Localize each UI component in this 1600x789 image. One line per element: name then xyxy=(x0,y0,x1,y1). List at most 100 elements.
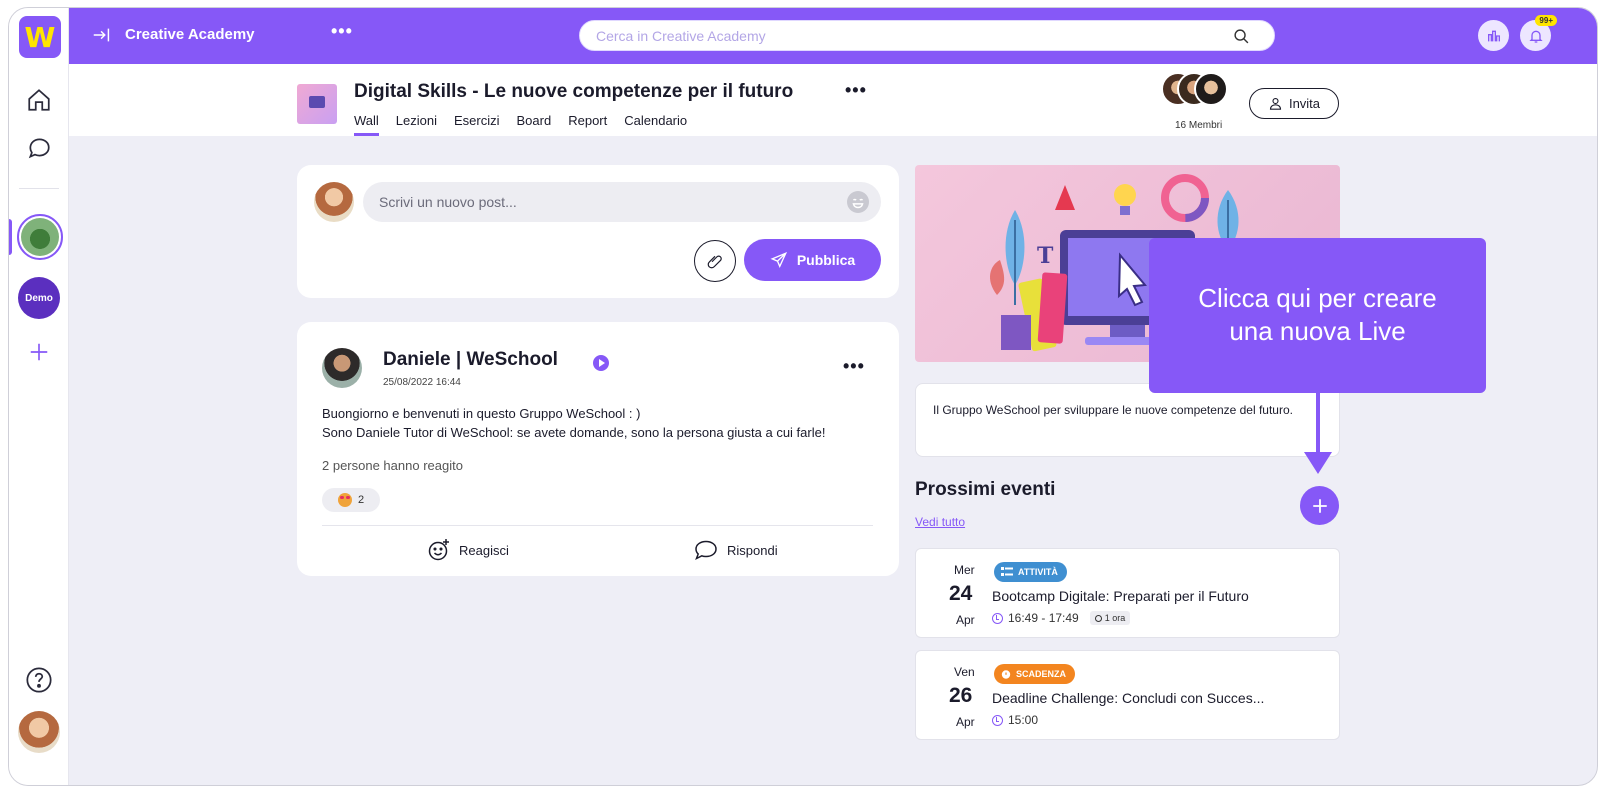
list-icon xyxy=(1001,567,1013,576)
chat-icon[interactable] xyxy=(23,132,55,164)
tab-esercizi[interactable]: Esercizi xyxy=(454,113,500,136)
heart-eyes-emoji-icon xyxy=(337,493,352,507)
reply-label: Rispondi xyxy=(727,542,778,558)
callout-line: Clicca qui per creare xyxy=(1198,283,1437,313)
add-group-icon[interactable] xyxy=(23,336,55,368)
event-time-row: 15:00 xyxy=(992,713,1038,727)
event-title: Deadline Challenge: Concludi con Succes.… xyxy=(992,690,1265,706)
wall-post: Daniele | WeSchool 25/08/2022 16:44 ••• … xyxy=(297,322,899,576)
paperclip-icon xyxy=(707,255,722,269)
tab-lezioni[interactable]: Lezioni xyxy=(396,113,437,136)
notification-badge: 99+ xyxy=(1535,15,1557,26)
callout-pointer-line xyxy=(1316,393,1320,456)
post-body-line: Sono Daniele Tutor di WeSchool: se avete… xyxy=(322,425,826,440)
search-icon[interactable] xyxy=(1233,28,1250,50)
reply-button[interactable]: Rispondi xyxy=(693,538,778,562)
group-more-icon[interactable]: ••• xyxy=(845,80,867,101)
post-body-line: Buongiorno e benvenuti in questo Gruppo … xyxy=(322,406,641,421)
see-all-link[interactable]: Vedi tutto xyxy=(915,515,965,529)
stopwatch-icon xyxy=(1001,670,1011,679)
post-author-avatar[interactable] xyxy=(322,348,362,388)
post-composer: Pubblica xyxy=(297,165,899,298)
weschool-logo[interactable]: W xyxy=(19,16,61,58)
logo-letter: W xyxy=(24,20,56,54)
group-avatar-demo[interactable]: Demo xyxy=(18,277,60,319)
emoji-icon[interactable] xyxy=(847,191,869,213)
home-icon[interactable] xyxy=(23,84,55,116)
post-author[interactable]: Daniele | WeSchool xyxy=(383,349,558,371)
deadline-badge: SCADENZA xyxy=(994,664,1076,684)
publish-button[interactable]: Pubblica xyxy=(744,239,881,281)
expand-sidebar-icon[interactable] xyxy=(91,24,113,51)
left-rail: W Demo xyxy=(9,8,69,785)
attach-button[interactable] xyxy=(694,240,736,282)
new-post-field[interactable] xyxy=(363,182,881,222)
group-tabs: Wall Lezioni Esercizi Board Report Calen… xyxy=(354,113,687,136)
search-bar[interactable] xyxy=(579,20,1275,51)
activity-badge: ATTIVITÀ xyxy=(994,562,1067,582)
tab-report[interactable]: Report xyxy=(568,113,607,136)
timer-icon xyxy=(1094,614,1102,622)
event-duration: 1 ora xyxy=(1104,613,1126,623)
post-divider xyxy=(322,525,873,526)
event-weekday: Mer xyxy=(954,563,975,577)
event-time: 15:00 xyxy=(1008,713,1039,727)
user-icon xyxy=(1269,97,1282,110)
event-day: 26 xyxy=(949,684,973,707)
tab-calendario[interactable]: Calendario xyxy=(624,113,687,136)
notifications-button[interactable]: 99+ xyxy=(1520,15,1557,51)
members-count: 16 Membri xyxy=(1175,120,1223,131)
post-more-icon[interactable]: ••• xyxy=(843,356,865,377)
events-title: Prossimi eventi xyxy=(915,479,1056,500)
badge-label: ATTIVITÀ xyxy=(1018,567,1058,577)
post-body: Buongiorno e benvenuti in questo Gruppo … xyxy=(322,404,825,442)
reactions-summary[interactable]: 2 persone hanno reagito xyxy=(322,458,463,473)
group-description: Il Gruppo WeSchool per sviluppare le nuo… xyxy=(933,403,1293,417)
composer-avatar xyxy=(314,182,354,222)
bell-icon xyxy=(1528,30,1543,43)
invite-button[interactable]: Invita xyxy=(1249,88,1339,119)
group-description-card: Il Gruppo WeSchool per sviluppare le nuo… xyxy=(915,383,1340,457)
new-post-input[interactable] xyxy=(379,194,829,210)
top-bar: Creative Academy ••• 99+ xyxy=(69,8,1597,64)
callout-line: una nuova Live xyxy=(1229,316,1406,346)
badge-label: SCADENZA xyxy=(1016,669,1067,679)
event-day: 24 xyxy=(949,582,973,605)
group-title: Digital Skills - Le nuove competenze per… xyxy=(354,81,794,102)
tutorial-callout: Clicca qui per creare una nuova Live xyxy=(1149,238,1486,393)
more-options-icon[interactable]: ••• xyxy=(331,21,353,42)
send-icon xyxy=(770,251,787,269)
event-time-row: 16:49 - 17:49 1 ora xyxy=(992,611,1131,625)
comment-icon xyxy=(695,540,717,561)
event-title: Bootcamp Digitale: Preparati per il Futu… xyxy=(992,588,1249,604)
event-card[interactable]: Mer 24 Apr ATTIVITÀ Bootcamp Digitale: P… xyxy=(915,548,1340,638)
reaction-chip[interactable]: 2 xyxy=(322,488,380,512)
stats-icon[interactable] xyxy=(1478,20,1509,51)
search-input[interactable] xyxy=(596,28,1216,44)
reaction-count: 2 xyxy=(357,494,365,506)
user-avatar[interactable] xyxy=(18,711,60,753)
event-card[interactable]: Ven 26 Apr SCADENZA Deadline Challenge: … xyxy=(915,650,1340,740)
active-indicator xyxy=(9,219,12,255)
add-reaction-icon xyxy=(428,539,449,561)
academy-title[interactable]: Creative Academy xyxy=(125,26,255,43)
callout-arrow-icon xyxy=(1304,452,1332,474)
react-label: Reagisci xyxy=(459,542,509,558)
verified-icon xyxy=(593,355,609,371)
help-icon[interactable] xyxy=(23,664,55,696)
post-date: 25/08/2022 16:44 xyxy=(383,377,461,388)
app-window: W Demo Creative Academy ••• Cerca in Cre… xyxy=(8,7,1598,786)
duration-chip: 1 ora xyxy=(1089,611,1131,625)
add-live-button[interactable] xyxy=(1300,486,1339,525)
group-avatar-creative-academy[interactable] xyxy=(17,214,63,260)
svg-text:T: T xyxy=(1037,243,1054,269)
tab-board[interactable]: Board xyxy=(517,113,552,136)
clock-icon xyxy=(992,612,1003,624)
event-time: 16:49 - 17:49 xyxy=(1008,611,1079,625)
tab-wall[interactable]: Wall xyxy=(354,113,379,136)
invite-label: Invita xyxy=(1288,96,1321,111)
event-weekday: Ven xyxy=(954,665,975,679)
clock-icon xyxy=(992,714,1003,726)
react-button[interactable]: Reagisci xyxy=(427,538,509,562)
member-avatar xyxy=(1194,72,1228,106)
